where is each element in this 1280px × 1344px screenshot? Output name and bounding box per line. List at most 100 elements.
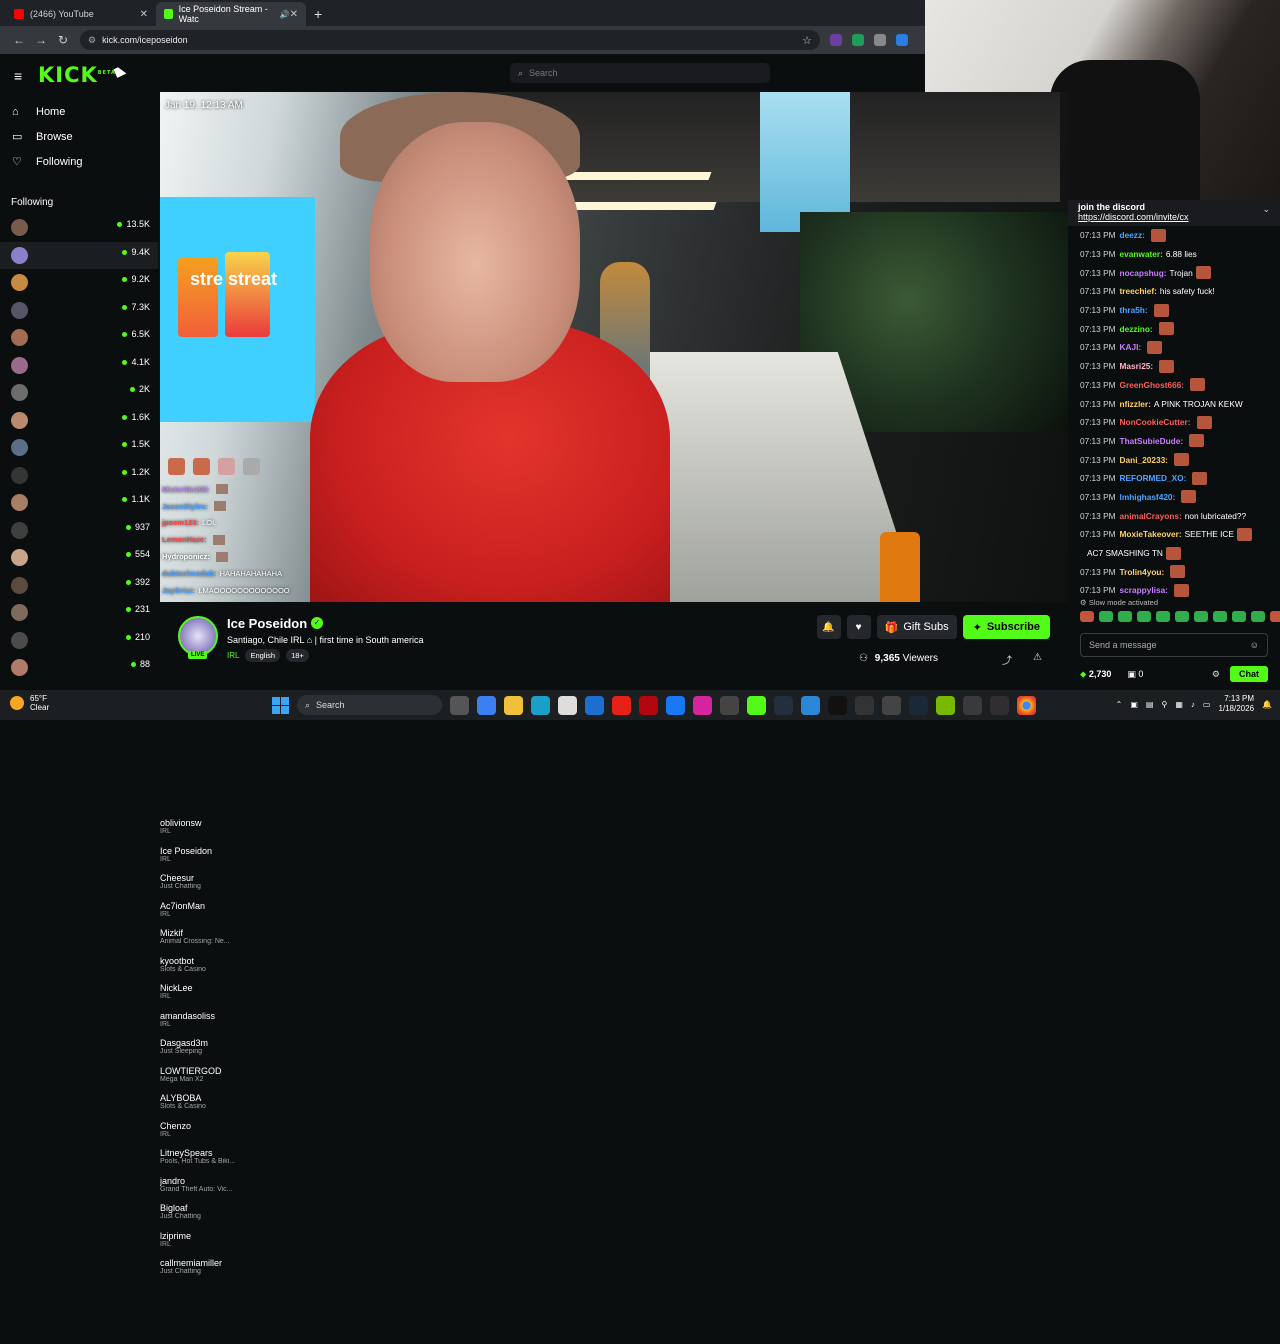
nav-home[interactable]: ⌂ Home [0, 99, 158, 124]
extension-kick-icon[interactable] [830, 34, 842, 46]
streamer-avatar[interactable] [178, 616, 218, 656]
channel-item[interactable]: Ice Poseidon IRL 9.4K [0, 241, 246, 932]
emote-icon[interactable] [1213, 611, 1227, 622]
tray-app-icon[interactable]: ▤ [1146, 700, 1154, 709]
emoji-icon[interactable]: ☺ [1250, 640, 1259, 650]
tab-youtube[interactable]: (2466) YouTube ✕ [6, 2, 156, 26]
outlook-icon[interactable] [585, 695, 604, 715]
chat-message[interactable]: 07:13 PM treechief: his safety fuck! [1080, 282, 1275, 301]
chat-username[interactable]: Dani_20233: [1120, 455, 1168, 465]
store-icon[interactable] [558, 695, 577, 715]
chat-message[interactable]: 07:13 PM nocapshug: Trojan [1080, 263, 1275, 282]
chat-message[interactable]: 07:13 PM GreenGhost666: [1080, 376, 1275, 395]
kick-logo[interactable]: KICKBETA [38, 63, 116, 87]
forward-button[interactable]: → [30, 33, 52, 47]
nav-following[interactable]: ♡ Following [0, 149, 158, 174]
category-link[interactable]: IRL [227, 651, 239, 660]
file-explorer-icon[interactable] [504, 695, 523, 715]
emote-icon[interactable] [1137, 611, 1151, 622]
chat-message[interactable]: 07:13 PM Masri25: [1080, 357, 1275, 376]
chevron-down-icon[interactable]: ⌄ [1262, 204, 1270, 215]
channel-item[interactable]: kyootbot Slots & Casino 4.1K [0, 352, 246, 1042]
weather-widget[interactable]: 65°F Clear [10, 694, 49, 712]
notification-bell-button[interactable]: 🔔 [816, 615, 841, 639]
channel-item[interactable]: LitneySpears Pools, Hot Tubs & Biki... 554 [0, 544, 246, 1234]
battery-icon[interactable]: ▭ [1203, 700, 1211, 709]
chat-message[interactable]: 07:13 PM KAJI: [1080, 338, 1275, 357]
chat-username[interactable]: Masri25: [1120, 361, 1154, 371]
chat-username[interactable]: nocapshug: [1120, 268, 1167, 278]
emote-icon[interactable] [1099, 611, 1113, 622]
channel-item[interactable]: lziprime IRL 210 [0, 627, 246, 1317]
edge-icon[interactable] [531, 695, 550, 715]
chat-message[interactable]: 07:13 PM MoxieTakeover: SEETHE ICE [1080, 525, 1275, 544]
chat-username[interactable]: ThatSubieDude: [1120, 436, 1184, 446]
emote-icon[interactable] [1080, 611, 1094, 622]
audio-icon[interactable]: 🔊 [280, 10, 290, 19]
chat-message[interactable]: 07:13 PM ThatSubieDude: [1080, 432, 1275, 451]
app-icon[interactable] [855, 695, 874, 715]
netflix-icon[interactable] [639, 695, 658, 715]
chat-message[interactable]: 07:13 PM Trolin4you: [1080, 562, 1275, 581]
chat-username[interactable]: MoxieTakeover: [1120, 529, 1182, 539]
amazon-icon[interactable] [774, 695, 793, 715]
chat-message[interactable]: 07:13 PM nfizzler: A PINK TROJAN KEKW [1080, 394, 1275, 413]
chat-username[interactable]: scrappylisa: [1120, 585, 1168, 595]
emote-icon[interactable] [1194, 611, 1208, 622]
chat-username[interactable]: deezz: [1120, 230, 1145, 240]
calculator-icon[interactable] [720, 695, 739, 715]
chat-message[interactable]: 07:13 PM animalCrayons: non lubricated?? [1080, 506, 1275, 525]
channel-item[interactable]: Cheesur Just Chatting 9.2K [0, 269, 246, 959]
emote-icon[interactable] [1232, 611, 1246, 622]
chat-settings-icon[interactable]: ⚙ [1212, 669, 1220, 680]
steam-icon[interactable] [909, 695, 928, 715]
reload-button[interactable]: ↻ [52, 33, 74, 47]
chat-message[interactable]: 07:13 PM evanwater: 6.88 lies [1080, 245, 1275, 264]
app-icon[interactable] [882, 695, 901, 715]
chat-username[interactable]: REFORMED_XO: [1120, 473, 1187, 483]
microphone-icon[interactable]: ⚲ [1161, 700, 1167, 709]
nvidia-icon[interactable] [936, 695, 955, 715]
tab-close-icon[interactable]: ✕ [140, 9, 148, 20]
subscribe-button[interactable]: ✦ Subscribe [962, 615, 1050, 639]
emote-icon[interactable] [1175, 611, 1189, 622]
chat-message[interactable]: 07:13 PM lmhighasf420: [1080, 488, 1275, 507]
send-chat-button[interactable]: Chat [1230, 666, 1268, 682]
chat-message[interactable]: 07:13 PM dezzino: [1080, 319, 1275, 338]
obs-icon[interactable] [990, 695, 1009, 715]
copilot-icon[interactable] [477, 695, 496, 715]
gift-subs-button[interactable]: 🎁 Gift Subs [876, 615, 957, 639]
streamer-name[interactable]: Ice Poseidon [227, 616, 307, 631]
follow-button[interactable]: ♥ [846, 615, 871, 639]
extension-gray-icon[interactable] [874, 34, 886, 46]
channel-item[interactable]: callmemiamiller Just Chatting 88 [0, 654, 246, 1344]
chat-username[interactable]: dezzino: [1120, 324, 1153, 334]
app-icon[interactable] [801, 695, 820, 715]
channel-item[interactable]: jandro Grand Theft Auto: Vic... 392 [0, 572, 246, 1262]
pinned-link[interactable]: https://discord.com/invite/cx [1078, 212, 1270, 222]
channel-item[interactable]: Bigloaf Just Chatting 231 [0, 599, 246, 1289]
chat-username[interactable]: KAJI: [1120, 342, 1142, 352]
chat-message[interactable]: AC7 SMASHING TN [1080, 544, 1275, 563]
facebook-icon[interactable] [666, 695, 685, 715]
channel-item[interactable]: LOWTIERGOD Mega Man X2 1.2K [0, 462, 246, 1152]
emote-icon[interactable] [1118, 611, 1132, 622]
channel-item[interactable]: oblivionsw IRL 13.5K [0, 214, 246, 904]
chat-message-input[interactable]: Send a message ☺ [1080, 633, 1268, 657]
channel-item[interactable]: amandasoliss IRL 1.6K [0, 407, 246, 1097]
search-input[interactable]: ⌕ Search [510, 63, 770, 83]
extension-blue-icon[interactable] [896, 34, 908, 46]
emote-icon[interactable] [1270, 611, 1280, 622]
notification-icon[interactable]: 🔔 [1262, 700, 1272, 709]
share-icon[interactable]: ⤴ [1002, 652, 1012, 667]
clock[interactable]: 7:13 PM 1/18/2026 [1218, 694, 1254, 714]
mystery-box-count[interactable]: ▣ 0 [1127, 669, 1143, 680]
channel-item[interactable]: Mizkif Animal Crossing: Ne... 6.5K [0, 324, 246, 1014]
chat-message[interactable]: 07:13 PM thra5h: [1080, 301, 1275, 320]
app-icon[interactable] [963, 695, 982, 715]
chat-message[interactable]: 07:13 PM scrappylisa: [1080, 581, 1275, 600]
instagram-icon[interactable] [693, 695, 712, 715]
tray-app-icon[interactable]: ▣ [1130, 700, 1138, 709]
chrome-icon[interactable] [1017, 695, 1036, 715]
chat-username[interactable]: lmhighasf420: [1120, 492, 1176, 502]
